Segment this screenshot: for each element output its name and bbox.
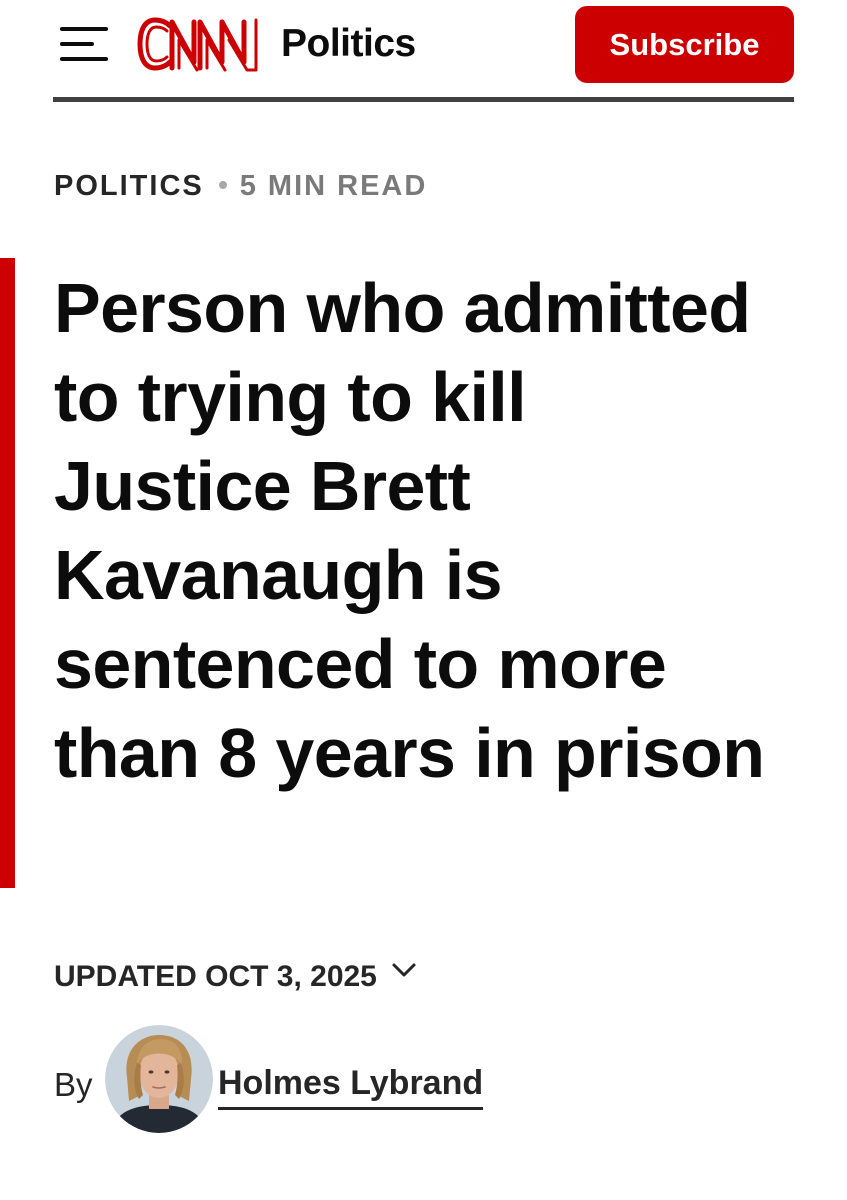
byline-prefix: By xyxy=(54,1066,93,1103)
subscribe-button[interactable]: Subscribe xyxy=(575,6,794,83)
section-link[interactable]: POLITICS xyxy=(54,170,204,202)
author-avatar[interactable] xyxy=(105,1025,213,1133)
top-header: Politics Subscribe xyxy=(0,0,847,102)
article-kicker: POLITICS 5 MIN READ xyxy=(54,167,427,205)
separator-dot xyxy=(218,181,227,190)
menu-line xyxy=(60,27,108,31)
section-title[interactable]: Politics xyxy=(281,19,416,69)
headline-accent-bar xyxy=(0,258,15,888)
cnn-logo[interactable] xyxy=(136,12,262,76)
read-time: 5 MIN READ xyxy=(239,170,428,202)
menu-line xyxy=(60,57,108,61)
hamburger-menu-icon[interactable] xyxy=(60,24,110,64)
author-name-link[interactable]: Holmes Lybrand xyxy=(218,1063,484,1110)
chevron-down-icon[interactable] xyxy=(391,961,417,979)
header-divider xyxy=(53,97,794,102)
article-headline: Person who admitted to trying to kill Ju… xyxy=(54,269,765,792)
menu-line xyxy=(60,42,94,46)
byline: By Holmes Lybrand xyxy=(54,1025,654,1133)
updated-timestamp[interactable]: UPDATED OCT 3, 2025 xyxy=(54,957,417,997)
updated-date: UPDATED OCT 3, 2025 xyxy=(54,960,377,993)
